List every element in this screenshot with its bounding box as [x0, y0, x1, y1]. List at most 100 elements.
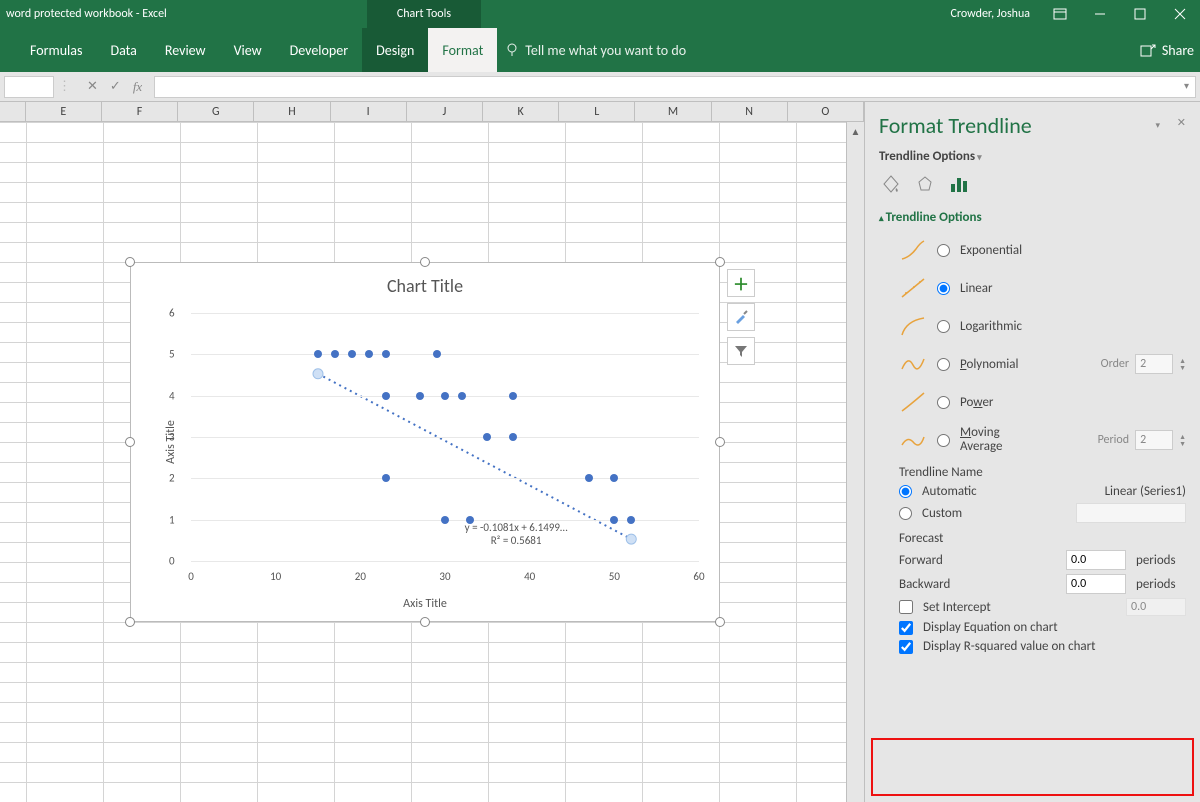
col-header[interactable]: F	[102, 102, 178, 121]
enter-icon[interactable]: ✓	[110, 79, 121, 94]
data-point[interactable]	[365, 350, 373, 358]
col-header[interactable]: N	[712, 102, 788, 121]
tab-formulas[interactable]: Formulas	[16, 28, 96, 72]
data-point[interactable]	[382, 474, 390, 482]
option-exponential[interactable]: Exponential	[899, 233, 1186, 267]
data-point[interactable]	[441, 392, 449, 400]
data-point[interactable]	[509, 433, 517, 441]
insert-function-icon[interactable]: fx	[133, 79, 142, 95]
col-header[interactable]: E	[26, 102, 102, 121]
data-point[interactable]	[441, 516, 449, 524]
data-point[interactable]	[458, 392, 466, 400]
vertical-scrollbar[interactable]: ▲	[846, 122, 864, 802]
pane-close-button[interactable]: ✕	[1177, 116, 1186, 129]
col-header[interactable]: G	[178, 102, 254, 121]
share-button[interactable]: Share	[1140, 42, 1194, 59]
data-point[interactable]	[610, 474, 618, 482]
name-box[interactable]	[4, 76, 54, 98]
backward-input[interactable]	[1066, 574, 1126, 594]
set-intercept-row[interactable]: Set Intercept 0.0	[899, 598, 1186, 616]
minimize-button[interactable]	[1080, 0, 1120, 28]
worksheet-area[interactable]: E F G H I J K L M N O ▲ ＋	[0, 102, 864, 802]
col-header[interactable]: J	[407, 102, 483, 121]
pane-options-dropdown[interactable]: ▾	[1155, 120, 1160, 131]
radio-exponential[interactable]	[937, 244, 950, 257]
account-name[interactable]: Crowder, Joshua	[951, 7, 1030, 21]
pane-subheading[interactable]: Trendline Options	[879, 149, 1186, 164]
chart-title[interactable]: Chart Title	[131, 275, 719, 297]
trendline-label[interactable]: y = -0.1081x + 6.1499… R² = 0.5681	[465, 521, 568, 547]
data-point[interactable]	[416, 392, 424, 400]
option-logarithmic[interactable]: Logarithmic	[899, 309, 1186, 343]
resize-handle[interactable]	[420, 257, 430, 267]
data-point[interactable]	[610, 516, 618, 524]
forward-input[interactable]	[1066, 550, 1126, 570]
col-header[interactable]: H	[254, 102, 330, 121]
col-header[interactable]: K	[483, 102, 559, 121]
resize-handle[interactable]	[420, 617, 430, 627]
period-input[interactable]	[1135, 430, 1173, 450]
tell-me-search[interactable]: Tell me what you want to do	[505, 42, 686, 59]
data-point[interactable]	[348, 350, 356, 358]
option-moving-average[interactable]: MovingAverage Period▲▼	[899, 423, 1186, 457]
radio-linear[interactable]	[937, 282, 950, 295]
radio-moving-average[interactable]	[937, 434, 950, 447]
tab-design[interactable]: Design	[362, 28, 428, 72]
tab-view[interactable]: View	[220, 28, 276, 72]
order-spinner[interactable]: ▲▼	[1179, 357, 1186, 371]
embedded-chart[interactable]: ＋ Chart Title Axis Title Axis Title 0123…	[130, 262, 720, 622]
data-point[interactable]	[382, 392, 390, 400]
data-point[interactable]	[585, 474, 593, 482]
trendline-options-section[interactable]: Trendline Options	[879, 210, 1186, 225]
formula-input[interactable]	[154, 76, 1196, 98]
order-input[interactable]	[1135, 354, 1173, 374]
col-header[interactable]: O	[788, 102, 864, 121]
scroll-up-icon[interactable]: ▲	[847, 122, 864, 140]
option-power[interactable]: Power	[899, 385, 1186, 419]
trendline-name-custom[interactable]: Custom	[899, 503, 1186, 523]
ribbon-display-options-button[interactable]	[1040, 0, 1080, 28]
chart-filters-button[interactable]	[727, 337, 755, 365]
chart-styles-button[interactable]	[727, 303, 755, 331]
resize-handle[interactable]	[125, 437, 135, 447]
trendline-options-tab-icon[interactable]	[947, 172, 971, 196]
tab-data[interactable]: Data	[96, 28, 150, 72]
maximize-button[interactable]	[1120, 0, 1160, 28]
option-linear[interactable]: Linear	[899, 271, 1186, 305]
set-intercept-value[interactable]: 0.0	[1126, 598, 1186, 616]
data-point[interactable]	[627, 516, 635, 524]
resize-handle[interactable]	[715, 437, 725, 447]
display-r-squared-row[interactable]: Display R-squared value on chart	[899, 639, 1186, 654]
col-header[interactable]: L	[559, 102, 635, 121]
resize-handle[interactable]	[125, 257, 135, 267]
col-header[interactable]: I	[331, 102, 407, 121]
close-button[interactable]	[1160, 0, 1200, 28]
col-header[interactable]: M	[635, 102, 711, 121]
x-axis-title[interactable]: Axis Title	[403, 597, 447, 611]
data-point[interactable]	[509, 392, 517, 400]
period-spinner[interactable]: ▲▼	[1179, 433, 1186, 447]
fill-line-tab-icon[interactable]	[879, 172, 903, 196]
tab-format[interactable]: Format	[428, 28, 497, 72]
checkbox-set-intercept[interactable]	[899, 600, 913, 614]
data-point[interactable]	[433, 350, 441, 358]
custom-name-input[interactable]	[1076, 503, 1186, 523]
cancel-icon[interactable]: ✕	[87, 79, 98, 94]
trendline-name-automatic[interactable]: Automatic Linear (Series1)	[899, 484, 1186, 499]
radio-logarithmic[interactable]	[937, 320, 950, 333]
radio-name-automatic[interactable]	[899, 485, 912, 498]
checkbox-display-r-squared[interactable]	[899, 640, 913, 654]
tab-review[interactable]: Review	[151, 28, 220, 72]
display-equation-row[interactable]: Display Equation on chart	[899, 620, 1186, 635]
option-polynomial[interactable]: Polynomial Order▲▼	[899, 347, 1186, 381]
radio-name-custom[interactable]	[899, 507, 912, 520]
chart-elements-button[interactable]: ＋	[727, 269, 755, 297]
radio-polynomial[interactable]	[937, 358, 950, 371]
resize-handle[interactable]	[125, 617, 135, 627]
effects-tab-icon[interactable]	[913, 172, 937, 196]
resize-handle[interactable]	[715, 617, 725, 627]
data-point[interactable]	[331, 350, 339, 358]
checkbox-display-equation[interactable]	[899, 621, 913, 635]
data-point[interactable]	[382, 350, 390, 358]
radio-power[interactable]	[937, 396, 950, 409]
